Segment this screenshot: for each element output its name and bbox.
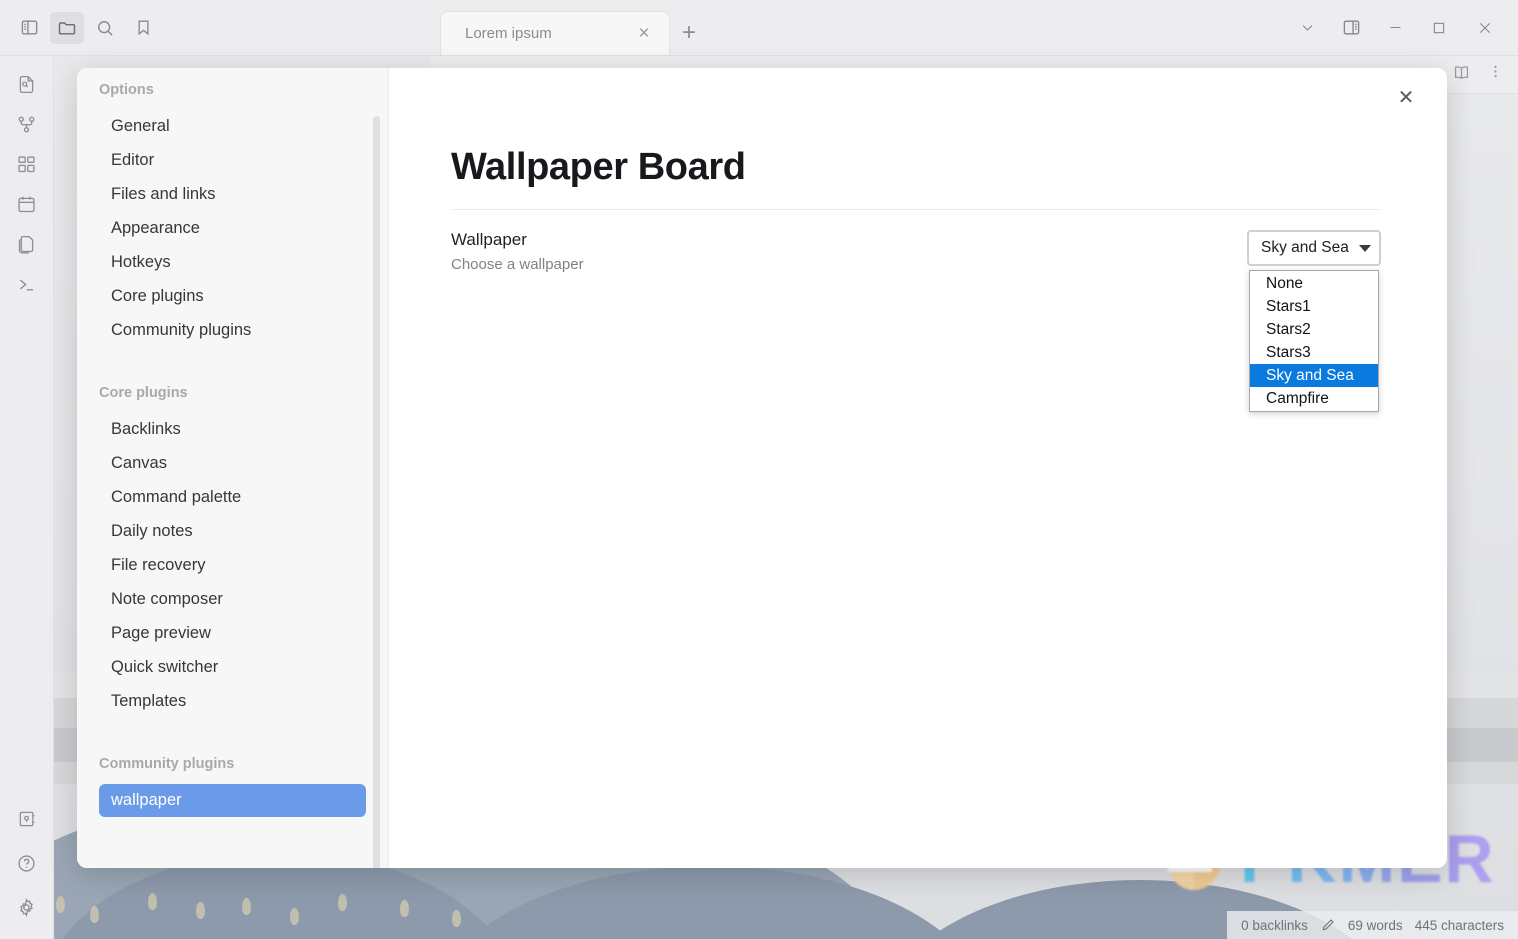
close-icon[interactable]: ✕ bbox=[1391, 82, 1421, 112]
core-plugin-command-palette[interactable]: Command palette bbox=[99, 481, 366, 514]
minimize-icon[interactable] bbox=[1374, 11, 1416, 45]
folder-icon[interactable] bbox=[50, 11, 84, 44]
core-plugin-backlinks[interactable]: Backlinks bbox=[99, 413, 366, 446]
setting-name: Wallpaper bbox=[451, 230, 527, 249]
view-header-actions bbox=[1452, 63, 1504, 87]
community-plugins-header: Community plugins bbox=[99, 756, 235, 772]
close-window-icon[interactable] bbox=[1462, 11, 1508, 45]
settings-nav-community-plugins[interactable]: Community plugins bbox=[99, 314, 366, 347]
select-option-sky-and-sea[interactable]: Sky and Sea bbox=[1250, 364, 1378, 387]
chevron-down-icon[interactable] bbox=[1286, 11, 1328, 45]
quick-switcher-icon[interactable] bbox=[7, 64, 47, 104]
core-plugin-page-preview[interactable]: Page preview bbox=[99, 617, 366, 650]
settings-options-header: Options bbox=[99, 82, 154, 98]
window-title-bar: Lorem ipsum × + bbox=[0, 0, 1518, 56]
settings-nav-general[interactable]: General bbox=[99, 110, 366, 143]
character-count[interactable]: 445 characters bbox=[1415, 918, 1504, 933]
core-plugin-canvas[interactable]: Canvas bbox=[99, 447, 366, 480]
settings-nav-editor[interactable]: Editor bbox=[99, 144, 366, 177]
settings-sidebar: Options General Editor Files and links A… bbox=[77, 68, 389, 868]
core-plugins-header: Core plugins bbox=[99, 385, 188, 401]
graph-view-icon[interactable] bbox=[7, 104, 47, 144]
settings-sidebar-scrollbar[interactable] bbox=[373, 116, 380, 868]
reading-mode-icon[interactable] bbox=[1452, 63, 1471, 87]
core-plugin-templates[interactable]: Templates bbox=[99, 685, 366, 718]
maximize-icon[interactable] bbox=[1418, 11, 1460, 45]
terminal-icon[interactable] bbox=[7, 264, 47, 304]
settings-nav-files-and-links[interactable]: Files and links bbox=[99, 178, 366, 211]
settings-content: ✕ Wallpaper Board Wallpaper Choose a wal… bbox=[389, 68, 1447, 868]
core-plugin-daily-notes[interactable]: Daily notes bbox=[99, 515, 366, 548]
settings-nav-appearance[interactable]: Appearance bbox=[99, 212, 366, 245]
tab-lorem-ipsum[interactable]: Lorem ipsum × bbox=[440, 11, 670, 55]
toggle-right-sidebar-icon[interactable] bbox=[1330, 11, 1372, 45]
search-icon[interactable] bbox=[88, 12, 122, 44]
tab-strip: Lorem ipsum × + bbox=[430, 0, 1286, 55]
titlebar-left-actions bbox=[0, 0, 430, 55]
settings-nav-hotkeys[interactable]: Hotkeys bbox=[99, 246, 366, 279]
more-options-icon[interactable] bbox=[1487, 63, 1504, 87]
tab-title: Lorem ipsum bbox=[465, 25, 552, 42]
setting-info: Wallpaper Choose a wallpaper bbox=[451, 230, 1247, 273]
core-plugin-quick-switcher[interactable]: Quick switcher bbox=[99, 651, 366, 684]
app-window: Lorem ipsum × + 0 backlinks 69 words 445… bbox=[0, 0, 1518, 939]
status-bar: 0 backlinks 69 words 445 characters bbox=[1227, 911, 1518, 939]
new-tab-button[interactable]: + bbox=[676, 19, 702, 46]
wallpaper-select-dropdown: None Stars1 Stars2 Stars3 Sky and Sea Ca… bbox=[1249, 270, 1379, 412]
setting-description: Choose a wallpaper bbox=[451, 256, 584, 273]
wallpaper-select-wrapper: Sky and Sea None Stars1 Stars2 Stars3 Sk… bbox=[1247, 230, 1381, 412]
templates-icon[interactable] bbox=[7, 224, 47, 264]
chevron-down-icon bbox=[1359, 244, 1371, 252]
bookmark-icon[interactable] bbox=[126, 12, 160, 44]
ribbon-bottom-actions bbox=[7, 799, 47, 939]
select-option-campfire[interactable]: Campfire bbox=[1250, 387, 1378, 410]
vault-icon[interactable] bbox=[7, 799, 47, 839]
select-option-stars2[interactable]: Stars2 bbox=[1250, 318, 1378, 341]
settings-modal: Options General Editor Files and links A… bbox=[77, 68, 1447, 868]
wallpaper-select[interactable]: Sky and Sea bbox=[1247, 230, 1381, 266]
select-option-none[interactable]: None bbox=[1250, 272, 1378, 295]
wallpaper-select-value: Sky and Sea bbox=[1261, 239, 1349, 256]
core-plugin-file-recovery[interactable]: File recovery bbox=[99, 549, 366, 582]
select-option-stars3[interactable]: Stars3 bbox=[1250, 341, 1378, 364]
settings-gear-icon[interactable] bbox=[7, 887, 47, 927]
daily-note-icon[interactable] bbox=[7, 184, 47, 224]
pencil-icon[interactable] bbox=[1320, 917, 1336, 933]
window-controls bbox=[1286, 11, 1518, 45]
setting-row-wallpaper: Wallpaper Choose a wallpaper Sky and Sea… bbox=[451, 210, 1381, 412]
page-title: Wallpaper Board bbox=[451, 146, 746, 188]
core-plugin-note-composer[interactable]: Note composer bbox=[99, 583, 366, 616]
settings-nav-core-plugins[interactable]: Core plugins bbox=[99, 280, 366, 313]
select-option-stars1[interactable]: Stars1 bbox=[1250, 295, 1378, 318]
close-icon[interactable]: × bbox=[631, 21, 657, 47]
canvas-icon[interactable] bbox=[7, 144, 47, 184]
help-icon[interactable] bbox=[7, 843, 47, 883]
backlinks-count[interactable]: 0 backlinks bbox=[1241, 918, 1308, 933]
community-plugin-wallpaper[interactable]: wallpaper bbox=[99, 784, 366, 817]
left-ribbon bbox=[0, 56, 54, 939]
toggle-left-sidebar-icon[interactable] bbox=[12, 12, 46, 44]
word-count[interactable]: 69 words bbox=[1348, 918, 1403, 933]
